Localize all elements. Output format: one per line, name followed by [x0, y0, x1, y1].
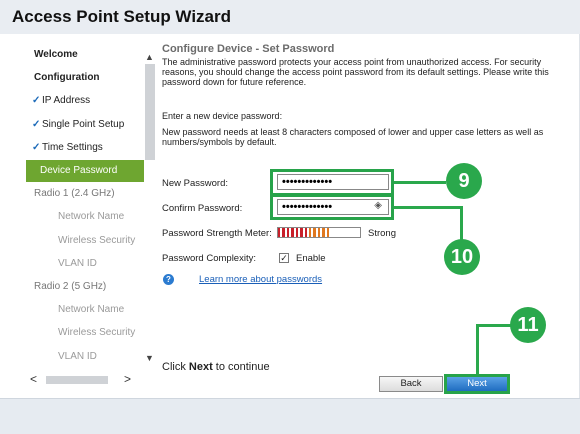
- sidebar-item-time-settings[interactable]: ✓ Time Settings: [26, 137, 144, 159]
- footer-prefix: Click: [162, 361, 189, 373]
- sidebar-item-label: Wireless Security: [58, 234, 136, 246]
- footer-suffix: to continue: [212, 361, 270, 373]
- sidebar-item-label: Network Name: [58, 211, 125, 223]
- sidebar-item-label: Welcome: [34, 49, 78, 60]
- highlight-confirm-password: [270, 194, 394, 220]
- strength-meter-segment: [282, 228, 285, 237]
- learn-more-link[interactable]: Learn more about passwords: [199, 274, 322, 285]
- check-icon: ✓: [32, 118, 41, 130]
- callout-11-connector-v: [476, 324, 479, 374]
- scroll-up-icon[interactable]: ▲: [145, 52, 154, 62]
- sidebar-item-label: Network Name: [58, 304, 125, 316]
- sidebar-item-label: Radio 2 (5 GHz): [34, 281, 107, 292]
- sidebar-item-wireless-security[interactable]: Wireless Security: [26, 230, 144, 252]
- callout-9-connector: [394, 181, 446, 184]
- sidebar-item-wireless-security[interactable]: Wireless Security: [26, 322, 144, 344]
- sidebar-item-vlan-id[interactable]: VLAN ID: [26, 346, 144, 368]
- strength-meter-segment: [308, 228, 312, 237]
- enter-prompt: Enter a new device password:: [162, 111, 283, 121]
- sidebar-item-radio-2-5-ghz[interactable]: Radio 2 (5 GHz): [26, 276, 144, 298]
- strength-meter-segment: [278, 228, 281, 237]
- callout-11-connector-h: [476, 324, 512, 327]
- strength-meter-segment: [291, 228, 294, 237]
- scroll-down-icon[interactable]: ▼: [145, 353, 154, 363]
- check-icon: ✓: [32, 141, 41, 153]
- sidebar-item-configuration[interactable]: Configuration: [26, 67, 144, 89]
- intro-text: The administrative password protects you…: [162, 57, 549, 87]
- complexity-checkbox[interactable]: ✓: [279, 253, 289, 263]
- nav-vertical-scrollbar[interactable]: ▲ ▼: [144, 50, 156, 368]
- requirement-text: New password needs at least 8 characters…: [162, 127, 544, 147]
- sidebar-item-label: VLAN ID: [58, 350, 97, 362]
- complexity-label: Password Complexity:: [162, 253, 256, 264]
- sidebar-item-device-password[interactable]: Device Password: [26, 160, 144, 182]
- sidebar-item-ip-address[interactable]: ✓ IP Address: [26, 90, 144, 112]
- sidebar-item-label: Configuration: [34, 72, 100, 84]
- callout-10-connector-v: [460, 206, 463, 240]
- sidebar-item-vlan-id[interactable]: VLAN ID: [26, 253, 144, 275]
- sidebar-item-label: Time Settings: [42, 141, 103, 153]
- sidebar-item-welcome[interactable]: Welcome: [26, 44, 144, 66]
- h-scroll-thumb[interactable]: [46, 376, 108, 384]
- scroll-right-icon[interactable]: >: [124, 372, 131, 386]
- strength-meter-segment: [313, 228, 316, 237]
- sidebar-item-label: Radio 1 (2.4 GHz): [34, 188, 115, 200]
- confirm-password-label: Confirm Password:: [162, 203, 243, 214]
- title-bar: Access Point Setup Wizard: [0, 0, 580, 34]
- sidebar-item-network-name[interactable]: Network Name: [26, 299, 144, 321]
- sidebar-item-radio-1-2-4-ghz[interactable]: Radio 1 (2.4 GHz): [26, 183, 144, 205]
- page-heading: Configure Device - Set Password: [162, 43, 335, 55]
- strength-meter-segment: [322, 228, 325, 237]
- new-password-label: New Password:: [162, 178, 228, 189]
- wizard-nav: Welcome Configuration ✓ IP Address ✓ Single P…: [26, 44, 144, 366]
- sidebar-item-label: Wireless Security: [58, 327, 136, 339]
- strength-label: Password Strength Meter:: [162, 228, 272, 239]
- sidebar-item-single-point-setup[interactable]: ✓ Single Point Setup: [26, 114, 144, 136]
- footer-next-word: Next: [188, 361, 213, 373]
- strength-meter-segment: [317, 228, 321, 237]
- highlight-new-password: [270, 169, 394, 196]
- complexity-enable-label: Enable: [296, 253, 326, 264]
- callout-10-connector-h: [394, 206, 462, 209]
- sidebar-item-label: VLAN ID: [58, 257, 97, 269]
- sidebar-item-label: Single Point Setup: [42, 118, 125, 130]
- callout-11: 11: [510, 307, 546, 343]
- nav-horizontal-scrollbar[interactable]: < >: [30, 372, 142, 386]
- help-icon[interactable]: ?: [163, 274, 174, 285]
- scroll-thumb[interactable]: [145, 64, 155, 160]
- check-icon: ✓: [32, 95, 41, 107]
- back-button[interactable]: Back: [379, 376, 443, 392]
- sidebar-item-network-name[interactable]: Network Name: [26, 206, 144, 228]
- sidebar-item-label: Device Password: [40, 165, 118, 176]
- scroll-left-icon[interactable]: <: [30, 372, 37, 386]
- callout-9: 9: [446, 163, 482, 199]
- next-button[interactable]: Next: [444, 374, 510, 394]
- callout-10: 10: [444, 239, 480, 275]
- strength-meter-segment: [286, 228, 290, 237]
- bottom-band: [0, 398, 580, 434]
- strength-text: Strong: [368, 228, 396, 239]
- footer-instruction: Click Next to continue: [162, 361, 270, 373]
- strength-meter-segment: [300, 228, 303, 237]
- strength-meter-segment: [304, 228, 307, 237]
- sidebar-item-label: IP Address: [42, 95, 91, 107]
- strength-meter-segment: [295, 228, 299, 237]
- window-title: Access Point Setup Wizard: [12, 7, 232, 26]
- strength-meter-segment: [326, 228, 329, 237]
- strength-meter: [277, 227, 361, 238]
